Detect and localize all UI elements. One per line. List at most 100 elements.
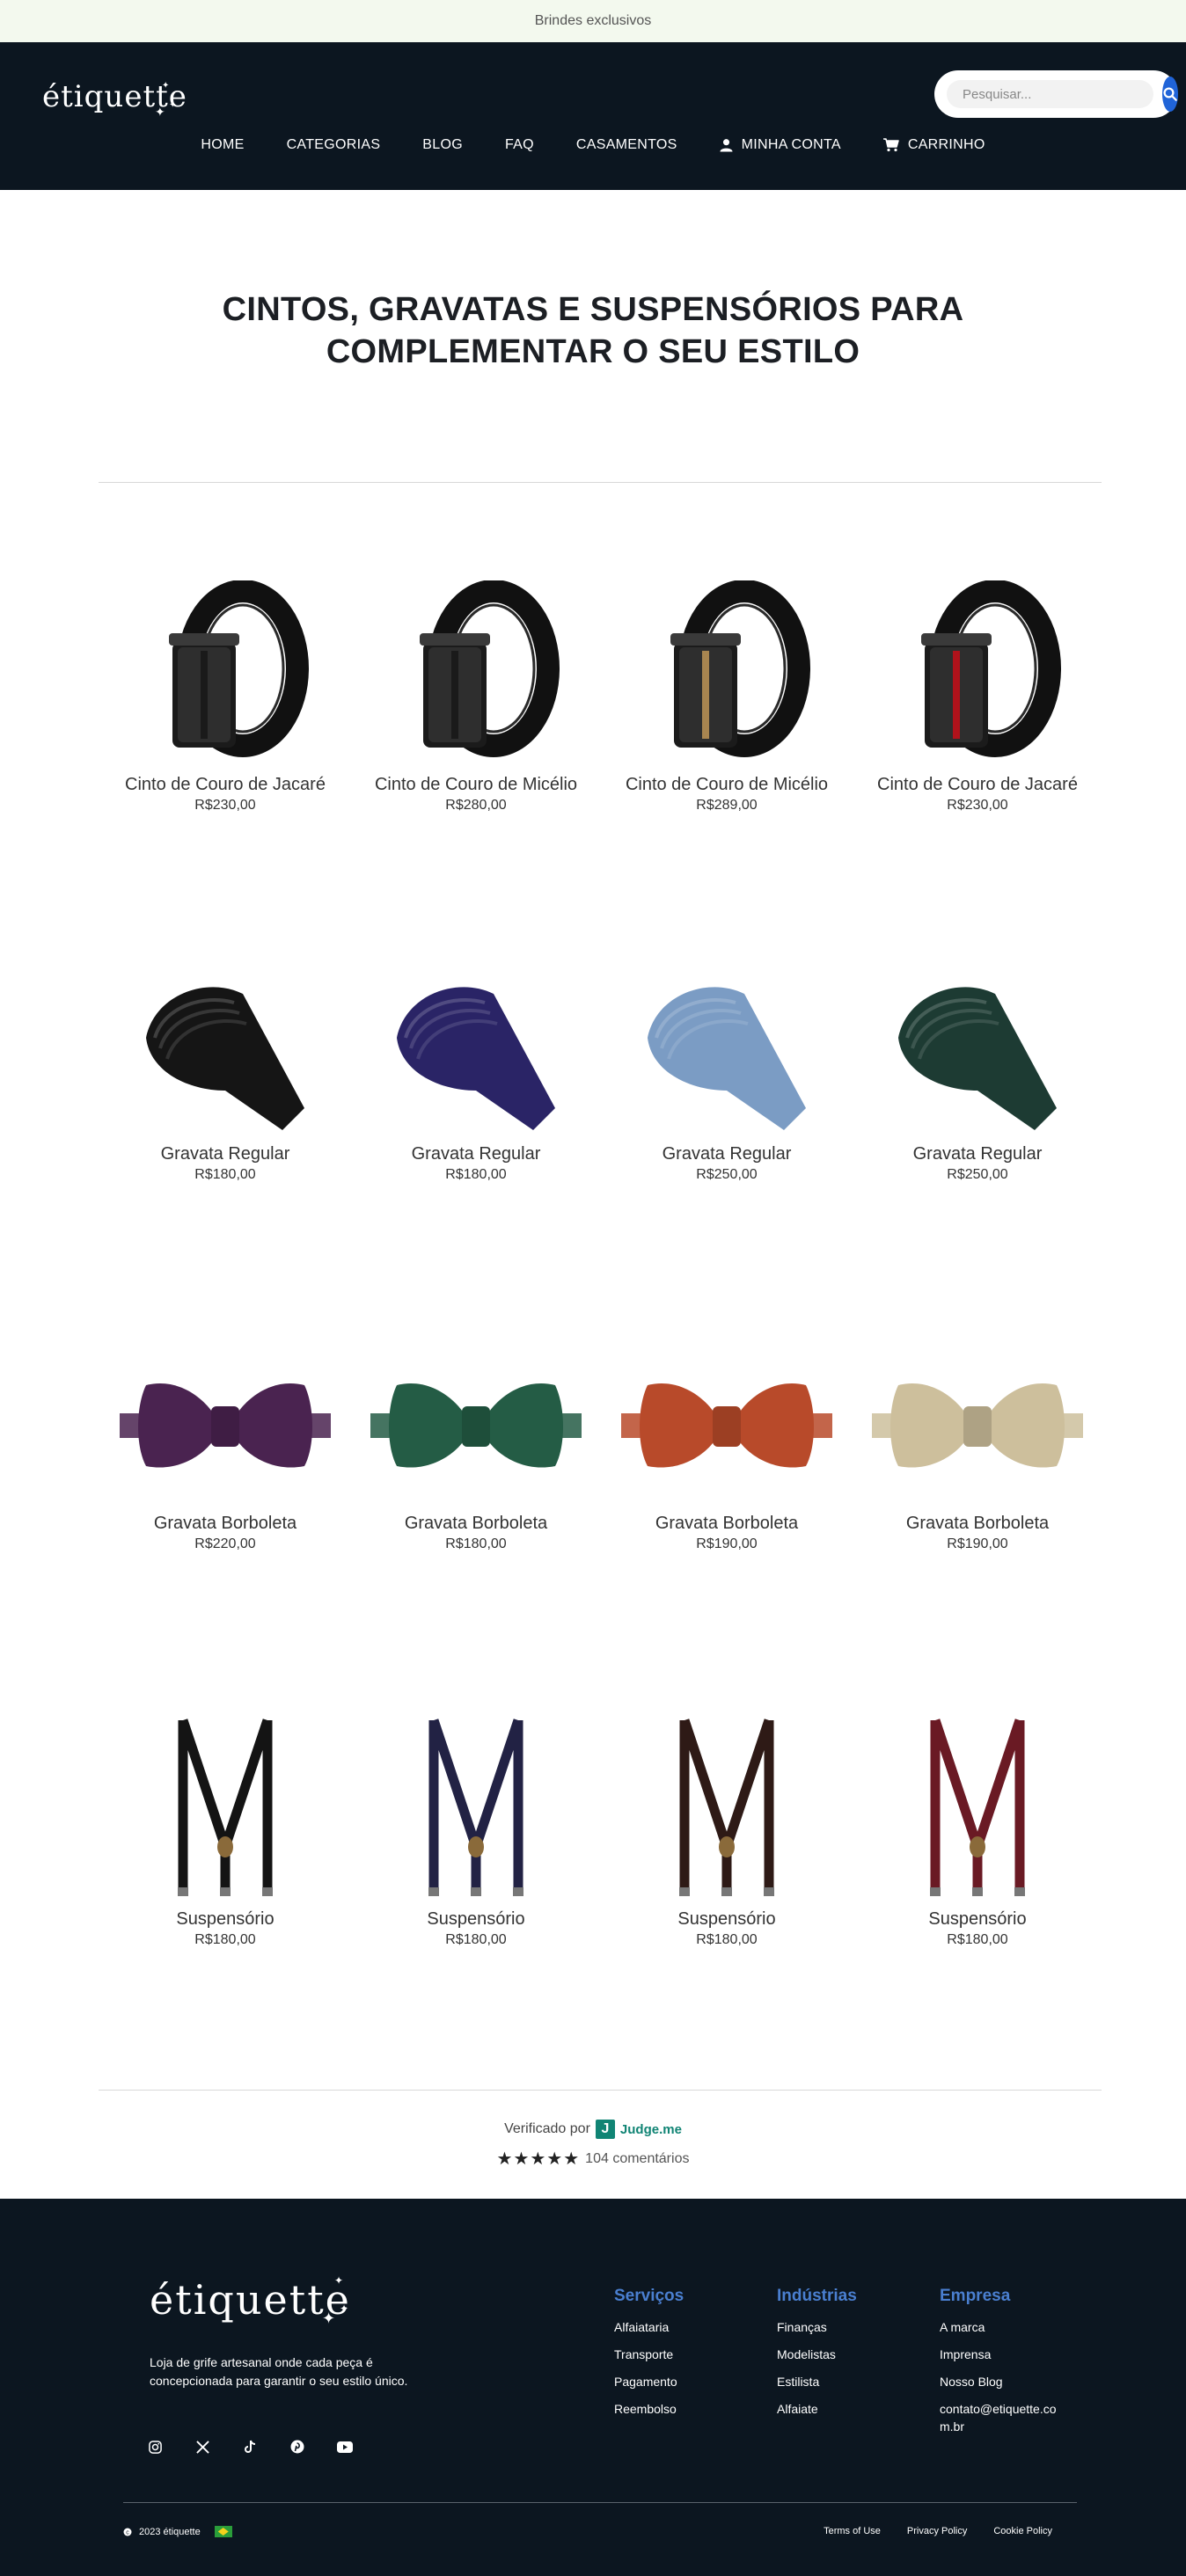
product-name[interactable]: Suspensório — [863, 1908, 1092, 1930]
footer-column-title: Serviços — [614, 2287, 685, 2305]
product-image[interactable] — [362, 572, 590, 774]
product-card[interactable]: Suspensório R$180,00 — [612, 1715, 841, 1948]
tiktok-link[interactable] — [239, 2436, 260, 2457]
product-image[interactable] — [612, 967, 841, 1143]
product-name[interactable]: Cinto de Couro de Jacaré — [863, 774, 1092, 796]
nav-casamentos[interactable]: CASAMENTOS — [555, 137, 699, 153]
product-image[interactable] — [612, 1337, 841, 1513]
product-card[interactable]: Cinto de Couro de Micélio R$289,00 — [612, 572, 841, 814]
star-rating: ★★★★★ — [496, 2149, 581, 2169]
footer-link[interactable]: Finanças — [777, 2318, 857, 2336]
product-card[interactable]: Gravata Regular R$180,00 — [111, 967, 340, 1183]
search-bar — [934, 70, 1178, 118]
brazil-flag-icon[interactable] — [214, 2526, 232, 2537]
product-name[interactable]: Suspensório — [111, 1908, 340, 1930]
product-image[interactable] — [111, 572, 340, 774]
product-card[interactable]: Gravata Borboleta R$190,00 — [863, 1337, 1092, 1552]
product-name[interactable]: Suspensório — [362, 1908, 590, 1930]
product-image[interactable] — [863, 1715, 1092, 1908]
product-image[interactable] — [863, 1337, 1092, 1513]
product-image[interactable] — [863, 967, 1092, 1143]
pinterest-link[interactable] — [287, 2436, 308, 2457]
footer-link[interactable]: Transporte — [614, 2346, 684, 2363]
footer-link[interactable]: A marca — [940, 2318, 1072, 2336]
product-name[interactable]: Cinto de Couro de Micélio — [612, 774, 841, 796]
product-image[interactable] — [111, 967, 340, 1143]
product-name[interactable]: Gravata Borboleta — [111, 1513, 340, 1535]
footer-link[interactable]: Imprensa — [940, 2346, 1072, 2363]
product-image[interactable] — [863, 572, 1092, 774]
product-card[interactable]: Suspensório R$180,00 — [863, 1715, 1092, 1948]
product-image[interactable] — [612, 1715, 841, 1908]
product-name[interactable]: Suspensório — [612, 1908, 841, 1930]
search-input[interactable] — [947, 80, 1153, 108]
youtube-link[interactable] — [334, 2436, 355, 2457]
product-name[interactable]: Gravata Regular — [612, 1143, 841, 1165]
product-name[interactable]: Gravata Borboleta — [863, 1513, 1092, 1535]
footer-divider — [123, 2502, 1077, 2503]
rating-summary[interactable]: ★★★★★ 104 comentários — [0, 2148, 1186, 2170]
product-price: R$180,00 — [194, 1932, 256, 1947]
product-card[interactable]: Suspensório R$180,00 — [111, 1715, 340, 1948]
product-card[interactable]: Gravata Borboleta R$180,00 — [362, 1337, 590, 1552]
product-name[interactable]: Cinto de Couro de Jacaré — [111, 774, 340, 796]
nav-home[interactable]: HOME — [179, 137, 265, 153]
nav-carrinho[interactable]: CARRINHO — [862, 137, 1007, 153]
product-name[interactable]: Gravata Borboleta — [362, 1513, 590, 1535]
terms-link[interactable]: Terms of Use — [824, 2526, 881, 2536]
product-image[interactable] — [362, 1715, 590, 1908]
product-image[interactable] — [362, 1337, 590, 1513]
product-price: R$250,00 — [947, 1167, 1008, 1182]
product-image[interactable] — [111, 1337, 340, 1513]
product-name[interactable]: Gravata Borboleta — [612, 1513, 841, 1535]
product-name[interactable]: Gravata Regular — [863, 1143, 1092, 1165]
product-card[interactable]: Gravata Borboleta R$190,00 — [612, 1337, 841, 1552]
product-name[interactable]: Gravata Regular — [362, 1143, 590, 1165]
footer-link[interactable]: Modelistas — [777, 2346, 857, 2363]
footer-link[interactable]: Alfaiate — [777, 2400, 857, 2418]
product-card[interactable]: Gravata Regular R$180,00 — [362, 967, 590, 1183]
divider — [99, 2090, 1102, 2091]
social-links — [144, 2436, 355, 2457]
x-icon — [195, 2440, 209, 2454]
product-card[interactable]: Cinto de Couro de Micélio R$280,00 — [362, 572, 590, 814]
cookie-link[interactable]: Cookie Policy — [993, 2526, 1052, 2536]
footer-email-link[interactable]: contato@etiquette.co m.br — [940, 2400, 1072, 2435]
x-link[interactable] — [192, 2436, 213, 2457]
product-card[interactable]: Cinto de Couro de Jacaré R$230,00 — [863, 572, 1092, 814]
brand-logo[interactable]: étiquette ✦ ✦ ✦ — [42, 79, 187, 120]
footer-logo[interactable]: étiquette ✦ ✦ ✦ — [150, 2274, 351, 2328]
instagram-link[interactable] — [144, 2436, 165, 2457]
product-price: R$220,00 — [194, 1536, 256, 1551]
nav-label: CATEGORIAS — [286, 137, 381, 152]
nav-faq[interactable]: FAQ — [484, 137, 555, 153]
product-price: R$190,00 — [947, 1536, 1008, 1551]
product-image[interactable] — [612, 572, 841, 774]
footer-link[interactable]: Pagamento — [614, 2373, 684, 2390]
nav-label: HOME — [201, 137, 245, 152]
verified-label: Verificado por — [504, 2121, 590, 2136]
footer-link[interactable]: Estilista — [777, 2373, 857, 2390]
nav-label: BLOG — [422, 137, 463, 152]
product-card[interactable]: Gravata Regular R$250,00 — [612, 967, 841, 1183]
nav-label: CARRINHO — [907, 137, 985, 152]
product-image[interactable] — [111, 1715, 340, 1908]
privacy-link[interactable]: Privacy Policy — [907, 2526, 967, 2536]
product-image[interactable] — [362, 967, 590, 1143]
nav-categorias[interactable]: CATEGORIAS — [266, 137, 402, 153]
footer-link[interactable]: Nosso Blog — [940, 2373, 1072, 2390]
product-card[interactable]: Gravata Borboleta R$220,00 — [111, 1337, 340, 1552]
judgeme-link[interactable]: Judge.me — [620, 2122, 682, 2137]
footer-link[interactable]: Reembolso — [614, 2400, 684, 2418]
product-name[interactable]: Cinto de Couro de Micélio — [362, 774, 590, 796]
footer-link[interactable]: Alfaiataria — [614, 2318, 684, 2336]
product-card[interactable]: Suspensório R$180,00 — [362, 1715, 590, 1948]
product-name[interactable]: Gravata Regular — [111, 1143, 340, 1165]
search-button[interactable] — [1162, 77, 1178, 112]
nav-minha-conta[interactable]: MINHA CONTA — [699, 137, 862, 153]
product-card[interactable]: Cinto de Couro de Jacaré R$230,00 — [111, 572, 340, 814]
product-price: R$230,00 — [947, 798, 1008, 813]
nav-blog[interactable]: BLOG — [401, 137, 484, 153]
product-card[interactable]: Gravata Regular R$250,00 — [863, 967, 1092, 1183]
nav-label: FAQ — [504, 137, 534, 152]
